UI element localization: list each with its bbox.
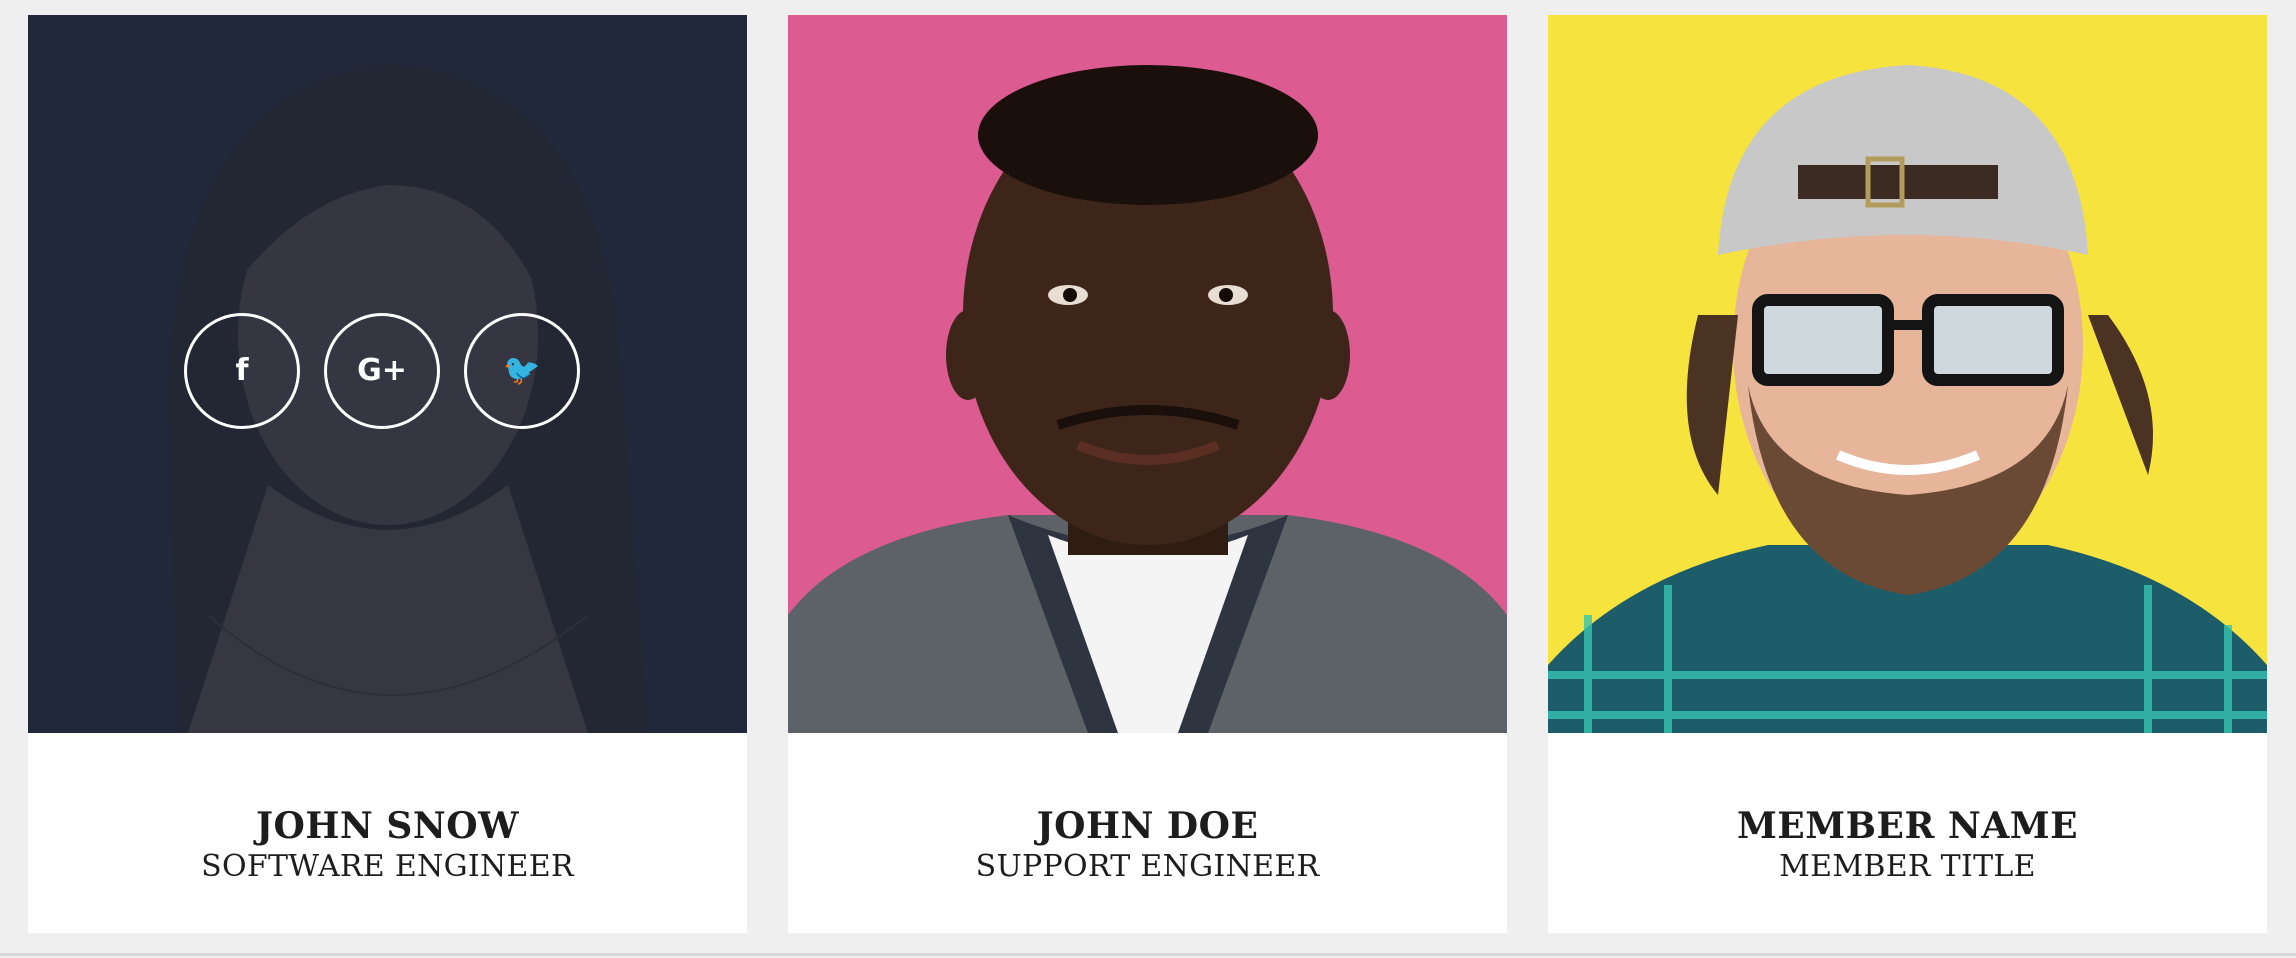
team-card-john-doe[interactable]: JOHN DOE SUPPORT ENGINEER <box>788 15 1507 933</box>
google-plus-icon: G+ <box>357 353 407 388</box>
man-portrait-photo <box>788 15 1507 733</box>
team-card-john-snow[interactable]: f G+ 🐦 JOHN SNOW SOFTWARE ENGINEER <box>28 15 747 933</box>
google-plus-button[interactable]: G+ <box>324 313 440 429</box>
member-photo[interactable] <box>788 15 1507 733</box>
member-title: SOFTWARE ENGINEER <box>201 849 574 884</box>
facebook-icon: f <box>235 353 249 388</box>
member-info: MEMBER NAME MEMBER TITLE <box>1548 733 2267 933</box>
twitter-button[interactable]: 🐦 <box>464 313 580 429</box>
member-name: JOHN DOE <box>1036 805 1259 847</box>
member-name: MEMBER NAME <box>1736 805 2079 847</box>
social-links: f G+ 🐦 <box>184 313 580 429</box>
member-photo[interactable]: f G+ 🐦 <box>28 15 747 733</box>
member-title: MEMBER TITLE <box>1779 849 2036 884</box>
facebook-button[interactable]: f <box>184 313 300 429</box>
team-section: f G+ 🐦 JOHN SNOW SOFTWARE ENGINEER JOHN … <box>0 0 2296 958</box>
member-name: JOHN SNOW <box>255 805 520 847</box>
twitter-icon: 🐦 <box>503 353 541 388</box>
team-card-member-name[interactable]: MEMBER NAME MEMBER TITLE <box>1548 15 2267 933</box>
member-photo[interactable] <box>1548 15 2267 733</box>
bearded-man-portrait-photo <box>1548 15 2267 733</box>
member-title: SUPPORT ENGINEER <box>975 849 1320 884</box>
bottom-divider <box>0 953 2296 956</box>
member-info: JOHN DOE SUPPORT ENGINEER <box>788 733 1507 933</box>
member-info: JOHN SNOW SOFTWARE ENGINEER <box>28 733 747 933</box>
